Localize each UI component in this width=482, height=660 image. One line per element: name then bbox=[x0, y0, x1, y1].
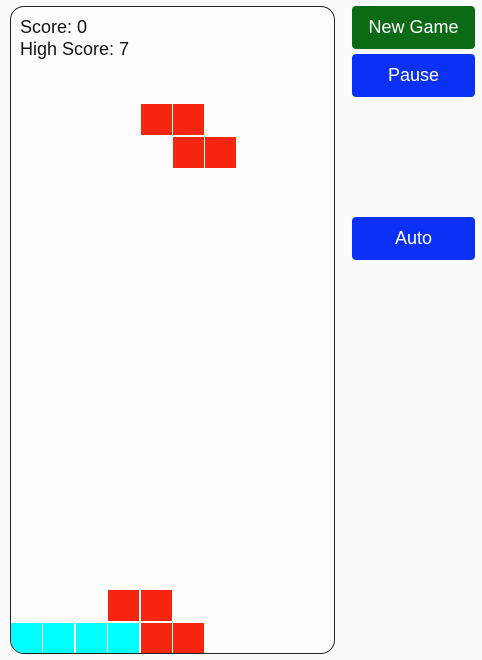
locked-block-cell bbox=[75, 622, 107, 653]
active-piece-cell bbox=[140, 104, 172, 136]
score-text: Score: 0 bbox=[20, 17, 88, 37]
active-piece-cell bbox=[205, 136, 237, 168]
active-piece-cell bbox=[173, 104, 204, 136]
auto-button[interactable]: Auto bbox=[352, 217, 475, 260]
game-board[interactable]: Score: 0 High Score: 7 bbox=[10, 6, 335, 654]
score-panel: Score: 0 High Score: 7 bbox=[20, 16, 129, 60]
locked-block-cell bbox=[173, 622, 204, 653]
high-score-text: High Score: 7 bbox=[20, 39, 130, 59]
pause-button[interactable]: Pause bbox=[352, 54, 475, 97]
locked-block-cell bbox=[108, 590, 140, 622]
game-page: Score: 0 High Score: 7 New Game Pause Au… bbox=[0, 0, 482, 660]
active-piece-cell bbox=[173, 136, 204, 168]
new-game-button[interactable]: New Game bbox=[352, 6, 475, 49]
locked-block-cell bbox=[43, 622, 75, 653]
locked-block-cell bbox=[140, 622, 172, 653]
locked-block-cell bbox=[11, 622, 42, 653]
locked-block-cell bbox=[140, 590, 172, 622]
locked-block-cell bbox=[108, 622, 140, 653]
